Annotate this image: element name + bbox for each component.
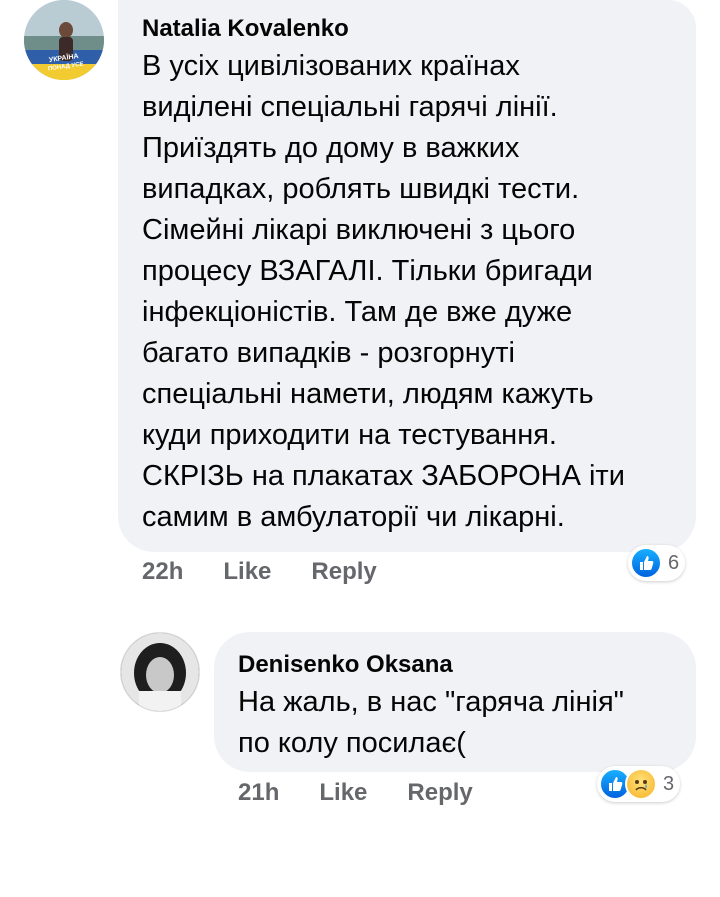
comment-actions: 21h Like Reply: [238, 779, 473, 807]
comment-bubble: Natalia Kovalenko В усіх цивілізованих к…: [118, 0, 696, 552]
comment-author[interactable]: Denisenko Oksana: [238, 650, 672, 680]
comment-timestamp[interactable]: 21h: [238, 779, 279, 807]
avatar-denisenko[interactable]: [120, 632, 200, 712]
reply-button[interactable]: Reply: [407, 779, 472, 807]
avatar-natalia[interactable]: УКРАЇНА ПОНАД УСЕ: [24, 0, 104, 80]
comment-timestamp[interactable]: 22h: [142, 558, 183, 586]
comment-author[interactable]: Natalia Kovalenko: [142, 14, 672, 44]
comment-thread: УКРАЇНА ПОНАД УСЕ Natalia Kovalenko В ус…: [0, 0, 720, 897]
reaction-count: 6: [668, 551, 680, 574]
reactions-summary[interactable]: 6: [628, 545, 686, 581]
reply-bubble: Denisenko Oksana На жаль, в нас "гаряча …: [214, 632, 696, 772]
reply-button[interactable]: Reply: [311, 558, 376, 586]
reactions-summary[interactable]: 3: [597, 766, 681, 802]
avatar-photo: УКРАЇНА ПОНАД УСЕ: [24, 0, 104, 80]
sad-icon: [625, 768, 657, 800]
avatar-photo: [121, 633, 199, 711]
like-button[interactable]: Like: [223, 558, 271, 586]
comment-text: На жаль, в нас "гаряча лінія" по колу по…: [238, 686, 624, 759]
reaction-count: 3: [663, 772, 675, 795]
comment-actions: 22h Like Reply: [142, 558, 377, 586]
like-icon: [630, 547, 662, 579]
like-button[interactable]: Like: [319, 779, 367, 807]
comment-text: В усіх цивілізованих країнах виділені сп…: [142, 50, 625, 533]
